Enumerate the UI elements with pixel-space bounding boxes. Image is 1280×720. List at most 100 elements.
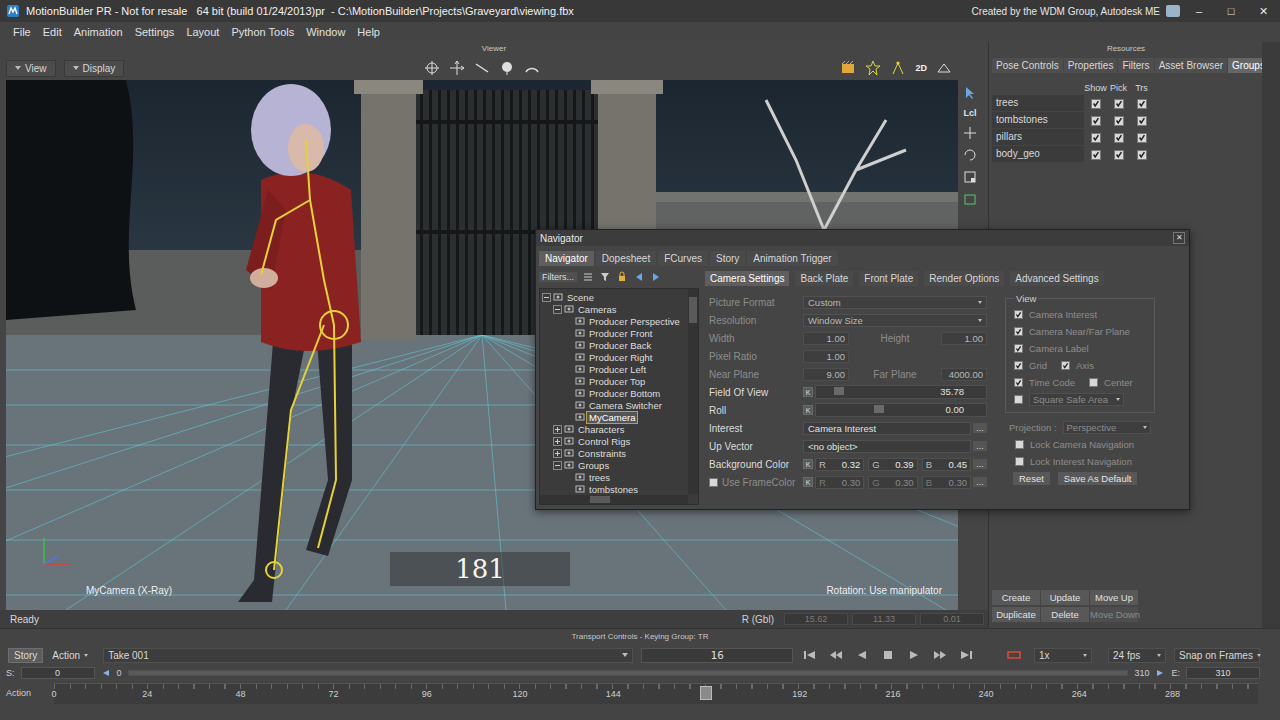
sphere-tool-icon[interactable] [499,60,515,76]
tree-item[interactable]: tombstones [540,483,686,494]
view-option[interactable]: Axis [1061,360,1094,371]
object-link-field[interactable]: <no object> [803,440,971,453]
navigator-tab[interactable]: Animation Trigger [747,251,837,266]
number-field[interactable]: 9.00 [803,368,849,381]
filter-icon[interactable] [599,271,611,283]
group-action-button[interactable]: Duplicate [992,607,1040,622]
view-checkbox[interactable] [1061,361,1070,370]
color-picker-button[interactable]: ... [973,477,987,487]
viewer-menu-button[interactable]: Display [64,60,125,77]
pick-checkbox[interactable] [1114,99,1124,109]
pick-checkbox[interactable] [1114,133,1124,143]
expander-icon[interactable] [564,329,573,338]
pick-checkbox[interactable] [1114,116,1124,126]
expander-icon[interactable] [564,413,573,422]
show-checkbox[interactable] [1091,99,1101,109]
expander-icon[interactable] [553,305,562,314]
browse-button[interactable]: ... [973,423,987,433]
safe-area-checkbox[interactable] [1014,395,1023,404]
coordinate-field[interactable]: 0.01 [920,613,984,625]
group-row[interactable]: tombstones [992,112,1260,129]
expander-icon[interactable] [564,353,573,362]
camera-subtab[interactable]: Advanced Settings [1010,271,1103,286]
number-field[interactable]: 1.00 [803,350,849,363]
skeleton-icon[interactable] [890,60,906,76]
group-row[interactable]: trees [992,95,1260,112]
menu-item[interactable]: Window [301,25,350,39]
lock-icon[interactable] [616,271,628,283]
go-start-icon[interactable] [803,649,817,661]
property-dropdown[interactable]: Window Size [803,314,987,327]
expander-icon[interactable] [553,449,562,458]
navigator-tab[interactable]: FCurves [658,251,708,266]
color-channel[interactable]: G0.30 [868,476,917,489]
play-back-icon[interactable] [855,649,869,661]
view-checkbox[interactable] [1014,344,1023,353]
window-control-button[interactable]: ✕ [1250,3,1276,19]
resources-tab[interactable]: Properties [1064,58,1118,73]
trs-checkbox[interactable] [1137,150,1147,160]
expander-icon[interactable] [564,389,573,398]
tree-item[interactable]: Control Rigs [540,435,686,447]
group-action-button[interactable]: Delete [1041,607,1089,622]
lock-checkbox[interactable] [1015,457,1024,466]
expander-icon[interactable] [564,377,573,386]
projection-dropdown[interactable]: Perspective [1063,421,1151,434]
scroll-thumb[interactable] [590,496,610,503]
horizontal-scrollbar[interactable] [540,495,688,504]
view-option[interactable]: Center [1089,377,1133,388]
snap-dropdown[interactable]: Snap on Frames [1174,648,1260,663]
color-channel[interactable]: R0.32 [815,458,864,471]
next-key-icon[interactable] [933,649,947,661]
view-option[interactable]: Time Code [1014,377,1075,388]
group-name[interactable]: trees [992,95,1084,112]
navigator-tab[interactable]: Dopesheet [596,251,656,266]
expander-icon[interactable] [564,473,573,482]
property-slider[interactable]: 0.00 [815,403,987,417]
color-channel[interactable]: B0.30 [922,476,971,489]
property-slider[interactable]: 35.78 [815,385,987,399]
tree-item[interactable]: Producer Perspective [540,315,686,327]
local-mode-button[interactable]: Lcl [963,108,976,118]
mode-button[interactable]: Story [8,648,43,663]
lock-checkbox[interactable] [1015,440,1024,449]
speed-dropdown[interactable]: 1x [1034,648,1092,663]
resources-tab[interactable]: Asset Browser [1155,58,1227,73]
lock-option[interactable]: Lock Interest Navigation [1005,453,1155,470]
object-link-field[interactable]: Camera Interest [803,422,971,435]
view-checkbox[interactable] [1014,378,1023,387]
menu-item[interactable]: Help [352,25,385,39]
expander-icon[interactable] [553,461,562,470]
view-checkbox[interactable] [1014,361,1023,370]
tree-item[interactable]: Characters [540,423,686,435]
group-row[interactable]: pillars [992,129,1260,146]
number-field[interactable]: 1.00 [803,332,849,345]
expander-icon[interactable] [564,317,573,326]
color-channel[interactable]: B0.45 [922,458,971,471]
zoom-bar[interactable] [128,670,1129,676]
tree-item[interactable]: Groups [540,459,686,471]
tree-item[interactable]: trees [540,471,686,483]
timeline[interactable]: 024487296120144192216240264288 [54,683,1258,704]
menu-item[interactable]: Python Tools [226,25,299,39]
navigator-window[interactable]: Navigator✕NavigatorDopesheetFCurvesStory… [535,229,1190,510]
loop-icon[interactable] [1004,649,1024,661]
navigator-tab[interactable]: Navigator [539,251,594,266]
group-name[interactable]: tombstones [992,112,1084,129]
expander-icon[interactable] [564,485,573,494]
filters-button[interactable]: Filters... [539,272,577,282]
select-tool-icon[interactable] [424,60,440,76]
playhead[interactable] [700,686,712,700]
take-dropdown[interactable]: Take 001 [103,648,633,663]
tree-item[interactable]: Producer Front [540,327,686,339]
line-tool-icon[interactable] [474,60,490,76]
navigator-title-bar[interactable]: Navigator✕ [536,230,1189,246]
tree-item[interactable]: MyCamera [540,411,686,423]
tree-item[interactable]: Constraints [540,447,686,459]
menu-item[interactable]: Animation [69,25,128,39]
star-icon[interactable] [865,60,881,76]
lock-option[interactable]: Lock Camera Navigation [1005,436,1155,453]
color-channel[interactable]: G0.39 [868,458,917,471]
zoom-handle[interactable] [129,671,1128,675]
camera-action-button[interactable]: Reset [1013,472,1050,485]
